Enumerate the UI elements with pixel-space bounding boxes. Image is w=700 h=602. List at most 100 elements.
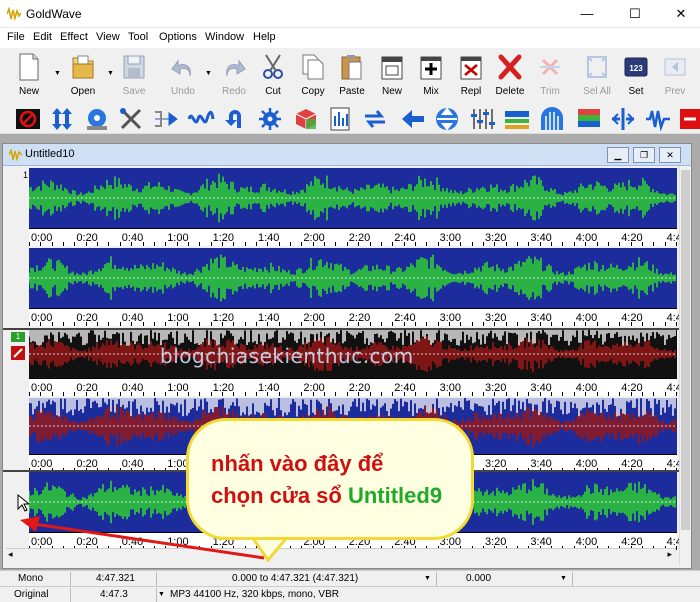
pitch-arrow-icon[interactable] (152, 106, 180, 132)
time-tick-mark (74, 392, 76, 396)
time-tick-label: 3:20 (485, 458, 507, 470)
stop-channel-icon[interactable] (11, 346, 25, 360)
time-tick-mark (131, 392, 133, 396)
volume-center-icon[interactable] (433, 106, 461, 132)
minimize-button[interactable]: — (564, 0, 610, 28)
time-tick-mark (460, 392, 462, 396)
open-button[interactable]: Open (64, 50, 102, 100)
timeline-2[interactable]: 0:00 0:20 0:40 1:00 1:20 1:40 2:00 2:20 2:40 3:00… (29, 308, 682, 326)
time-tick-mark (392, 392, 394, 396)
prev-button[interactable]: Prev (656, 50, 694, 100)
cut-button[interactable]: Cut (254, 50, 292, 100)
selection-dropdown-arrow[interactable]: ▼ (424, 575, 431, 582)
status-bar-1: Mono 4:47.321 0.000 to 4:47.321 (4:47.32… (0, 570, 700, 586)
tools-cross-icon[interactable] (117, 106, 145, 132)
expand-vertical-icon[interactable] (48, 106, 76, 132)
document-title-bar[interactable]: Untitled10 ▁ ❐ ✕ (3, 144, 691, 166)
cd-audio-icon[interactable] (83, 106, 111, 132)
time-tick-mark (471, 242, 473, 246)
time-tick-mark (142, 322, 144, 326)
menu-options[interactable]: Options (159, 31, 197, 43)
vertical-scrollbar[interactable] (679, 166, 691, 566)
time-tick-mark (29, 242, 30, 246)
maximize-button[interactable]: ☐ (612, 0, 658, 28)
red-mark-icon[interactable] (676, 106, 700, 132)
left-arrow-icon[interactable] (399, 106, 427, 132)
time-tick-mark (51, 322, 53, 326)
menu-bar: File Edit Effect View Tool Options Windo… (0, 28, 700, 48)
stereo-bars-icon[interactable] (503, 106, 531, 132)
position-dropdown-arrow[interactable]: ▼ (560, 575, 567, 582)
time-tick-mark (528, 242, 530, 246)
format-dropdown-arrow[interactable]: ▼ (158, 591, 165, 598)
time-tick-mark (187, 242, 189, 246)
time-tick-mark (312, 392, 314, 396)
sliders-icon[interactable] (468, 106, 496, 132)
redo-icon (226, 59, 246, 77)
menu-edit[interactable]: Edit (33, 31, 52, 43)
effects-toolbar (0, 104, 700, 134)
time-tick-mark (221, 392, 223, 396)
undo-button[interactable]: Undo (164, 50, 202, 100)
doc-close-button[interactable]: ✕ (659, 147, 681, 163)
time-tick-mark (312, 322, 314, 326)
time-tick-label: 2:00 (303, 232, 325, 244)
scissors-icon (263, 54, 283, 79)
trim-button[interactable]: Trim (531, 50, 569, 100)
open-dropdown-arrow[interactable]: ▼ (107, 70, 115, 78)
waveform-track-2[interactable] (29, 248, 677, 308)
undo-dropdown-arrow[interactable]: ▼ (205, 70, 213, 78)
new-dropdown-arrow[interactable]: ▼ (54, 70, 62, 78)
time-tick-mark (426, 392, 428, 396)
status-channels: Mono (18, 573, 44, 584)
mix-button[interactable]: Mix (412, 50, 450, 100)
doc-minimize-button[interactable]: ▁ (607, 147, 629, 163)
vertical-scroll-thumb[interactable] (681, 170, 690, 530)
time-tick-mark (380, 322, 382, 326)
time-tick-label: 0:20 (76, 382, 98, 394)
status-format: MP3 44100 Hz, 320 kbps, mono, VBR (170, 589, 339, 600)
time-tick-mark (108, 242, 110, 246)
time-tick-label: 4:20 (621, 312, 643, 324)
menu-help[interactable]: Help (253, 31, 276, 43)
gear-effect-icon[interactable] (256, 106, 284, 132)
equalizer-doc-icon[interactable] (327, 106, 355, 132)
waveform-arrow-icon[interactable] (644, 106, 672, 132)
timeline-1[interactable]: 0:00 0:20 0:40 1:00 1:20 1:40 2:00 2:20 2:40 3:00… (29, 228, 682, 246)
paste-button[interactable]: Paste (333, 50, 371, 100)
time-tick-mark (551, 242, 553, 246)
delete-button[interactable]: Delete (491, 50, 529, 100)
scroll-left-icon[interactable]: ◂ (8, 549, 13, 560)
main-toolbar: New ▼ Open ▼ Save Undo ▼ Redo Cut Copy P… (0, 48, 700, 102)
time-tick-label: 3:20 (485, 382, 507, 394)
menu-tool[interactable]: Tool (128, 31, 148, 43)
spectrum-cube-icon[interactable] (292, 106, 320, 132)
wave-effect-icon[interactable] (187, 106, 215, 132)
menu-view[interactable]: View (96, 31, 120, 43)
reverse-icon[interactable] (221, 106, 249, 132)
time-tick-mark (517, 322, 519, 326)
new-button[interactable]: New (10, 50, 48, 100)
pointer-arrow (20, 516, 265, 560)
scroll-right-icon[interactable]: ▸ (667, 549, 672, 560)
rainbow-doc-icon[interactable] (575, 106, 603, 132)
loop-arrows-icon[interactable] (361, 106, 389, 132)
time-tick-mark (596, 242, 598, 246)
spectrum-filter-icon[interactable] (538, 106, 566, 132)
split-arrows-icon[interactable] (609, 106, 637, 132)
time-tick-label: 4:20 (621, 232, 643, 244)
waveform-track-1[interactable] (29, 168, 677, 228)
menu-effect[interactable]: Effect (60, 31, 88, 43)
time-tick-mark (63, 322, 65, 326)
menu-file[interactable]: File (7, 31, 25, 43)
time-tick-label: 3:00 (439, 382, 462, 394)
noise-reduction-icon[interactable] (14, 106, 42, 132)
time-tick-mark (551, 392, 553, 396)
doc-restore-button[interactable]: ❐ (633, 147, 655, 163)
save-button[interactable]: Save (115, 50, 153, 100)
menu-window[interactable]: Window (205, 31, 244, 43)
timeline-3[interactable]: 0:00 0:20 0:40 1:00 1:20 1:40 2:00 2:20 2:40 3:00… (29, 378, 682, 396)
time-tick-label: 3:40 (530, 382, 552, 394)
close-button[interactable]: ✕ (658, 0, 700, 28)
time-tick-mark (517, 392, 519, 396)
